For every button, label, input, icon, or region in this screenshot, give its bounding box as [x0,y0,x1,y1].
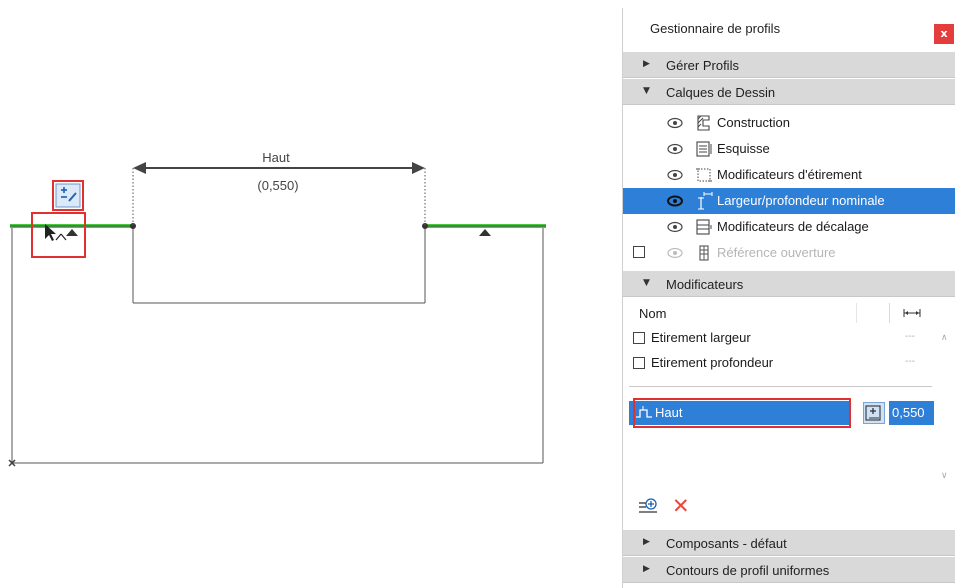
nominal-size-layer-icon [698,192,713,210]
add-offset-modifier-icon[interactable] [55,183,81,208]
edge-marker-triangle [66,229,78,236]
section-manage-profiles[interactable]: ▶ Gérer Profils [623,52,955,78]
offset-edit-icon [865,405,881,421]
layer-row-sketch[interactable]: Esquisse [623,136,955,162]
callout-box [633,398,851,428]
section-uniform-contours[interactable]: ▶ Contours de profil uniformes [623,557,955,583]
dimension-arrow-right [412,162,425,174]
layer-row-construction[interactable]: Construction [623,110,955,136]
dimension-icon [903,309,921,317]
modifier-name: Etirement largeur [651,330,751,345]
modifier-value: 0,550 [892,405,925,420]
table-divider [629,386,932,387]
section-label: Gérer Profils [666,58,739,73]
offset-modifier-row[interactable]: Haut 0,550 [623,398,934,428]
layer-name: Esquisse [717,141,770,156]
chevron-right-icon: ▶ [643,59,650,69]
column-divider [856,303,857,323]
delete-modifier-icon[interactable]: ✕ [672,495,690,517]
profile-manager-panel: Gestionnaire de profils x ▶ Gérer Profil… [622,8,955,588]
eye-icon[interactable] [667,247,683,259]
panel-titlebar: Gestionnaire de profils x [623,8,955,53]
eye-icon[interactable] [667,221,683,233]
stretch-modifier-layer-icon [696,168,712,182]
eye-icon[interactable] [667,143,683,155]
layer-checkbox[interactable] [633,246,645,258]
scroll-down-arrow[interactable]: ∨ [941,471,948,481]
opening-reference-layer-icon [699,245,709,261]
edit-value-button[interactable] [863,402,885,424]
edge-marker-triangle [479,229,491,236]
layer-row-nominal-size[interactable]: Largeur/profondeur nominale [623,188,955,214]
modifier-checkbox[interactable] [633,332,645,344]
section-label: Modificateurs [666,277,744,292]
layer-row-opening-reference[interactable]: Référence ouverture [623,240,955,266]
chevron-right-icon: ▶ [643,537,650,547]
section-label: Calques de Dessin [666,85,776,100]
add-modifier-icon[interactable] [637,495,659,517]
modifier-value: --- [905,356,915,367]
section-default-components[interactable]: ▶ Composants - défaut [623,530,955,556]
modifier-row-stretch-width[interactable]: Etirement largeur --- [623,326,934,350]
construction-layer-icon [697,115,710,131]
column-header-name[interactable]: Nom [639,306,666,321]
section-drawing-layers[interactable]: ▼ Calques de Dessin [623,79,955,105]
chevron-down-icon: ▼ [643,86,650,96]
layer-row-offset-modifiers[interactable]: Modificateurs de décalage [623,214,955,240]
modifier-value: --- [905,331,915,342]
modifier-checkbox[interactable] [633,357,645,369]
modifier-name: Etirement profondeur [651,355,774,370]
chevron-right-icon: ▶ [643,564,650,574]
layer-name: Modificateurs de décalage [717,219,869,234]
eye-icon[interactable] [667,117,683,129]
eye-icon[interactable] [667,195,683,207]
drawing-canvas[interactable]: Haut (0,550) [0,0,620,588]
chevron-down-icon: ▼ [643,278,650,288]
dimension-value: (0,550) [257,178,298,193]
layer-row-stretch-modifiers[interactable]: Modificateurs d'étirement [623,162,955,188]
section-modifiers[interactable]: ▼ Modificateurs [623,271,955,297]
dimension-arrow-left [133,162,146,174]
scroll-up-arrow[interactable]: ∧ [941,333,948,343]
sketch-layer-icon [696,141,712,157]
layer-name: Largeur/profondeur nominale [717,193,885,208]
offset-modifier-layer-icon [696,219,712,235]
dimension-label: Haut [262,150,290,165]
layer-name: Modificateurs d'étirement [717,167,862,182]
eye-icon[interactable] [667,169,683,181]
modifier-row-stretch-depth[interactable]: Etirement profondeur --- [623,351,934,375]
layer-name: Construction [717,115,790,130]
section-label: Composants - défaut [666,536,787,551]
panel-title: Gestionnaire de profils [650,21,781,36]
section-label: Contours de profil uniformes [666,563,830,578]
layer-name: Référence ouverture [717,245,836,260]
column-divider [889,303,890,323]
close-button[interactable]: x [934,24,954,44]
modifiers-table-header: Nom [623,303,934,323]
